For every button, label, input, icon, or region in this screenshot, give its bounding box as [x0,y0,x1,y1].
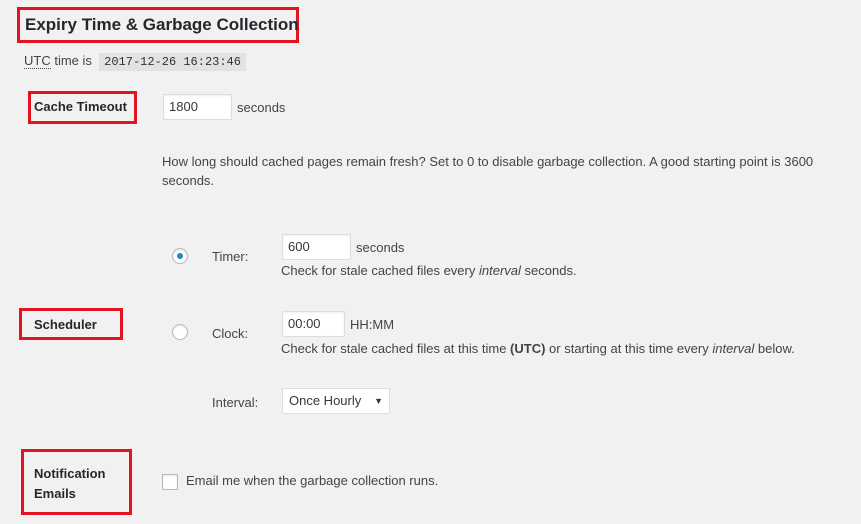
utc-time-value: 2017-12-26 16:23:46 [99,53,246,71]
clock-desc-emphasis: interval [712,341,755,356]
notification-label-line2: Emails [34,486,76,501]
timer-description: Check for stale cached files every inter… [281,263,577,278]
notification-emails-label: Notification Emails [34,464,106,504]
timer-desc-emphasis: interval [478,263,521,278]
interval-label: Interval: [212,395,259,410]
clock-desc-text-middle: or starting at this time every [545,341,713,356]
timer-desc-text-end: seconds. [520,263,577,278]
clock-time-input[interactable]: 00:00 [282,311,345,337]
timer-interval-input[interactable]: 600 [282,234,351,260]
scheduler-label: Scheduler [34,317,97,332]
email-notification-checkbox[interactable] [162,474,178,490]
clock-desc-text-end: below. [754,341,795,356]
chevron-down-icon: ▼ [374,396,383,406]
radio-selected-dot [177,253,183,259]
notification-label-line1: Notification [34,466,106,481]
clock-desc-text: Check for stale cached files at this tim… [281,341,511,356]
timer-desc-text: Check for stale cached files every [281,263,479,278]
interval-select[interactable]: Once Hourly ▼ [282,388,390,414]
email-notification-checkbox-label[interactable]: Email me when the garbage collection run… [186,473,438,488]
utc-prefix-text: time is [50,53,96,68]
clock-unit: HH:MM [350,317,395,332]
cache-timeout-input[interactable]: 1800 [163,94,232,120]
cache-timeout-description: How long should cached pages remain fres… [162,154,814,188]
interval-selected-value: Once Hourly [289,393,362,408]
clock-radio[interactable] [172,324,188,340]
timer-radio[interactable] [172,248,188,264]
clock-desc-utc: (UTC) [510,341,546,356]
utc-abbreviation: UTC [24,53,51,69]
timer-label: Timer: [212,249,249,264]
clock-description: Check for stale cached files at this tim… [281,341,795,356]
utc-time-line: UTC time is 2017-12-26 16:23:46 [24,53,246,71]
timer-unit: seconds [356,240,405,255]
section-title: Expiry Time & Garbage Collection [25,15,299,34]
clock-label: Clock: [212,326,249,341]
cache-timeout-unit: seconds [237,100,286,115]
cache-timeout-label: Cache Timeout [34,99,127,114]
